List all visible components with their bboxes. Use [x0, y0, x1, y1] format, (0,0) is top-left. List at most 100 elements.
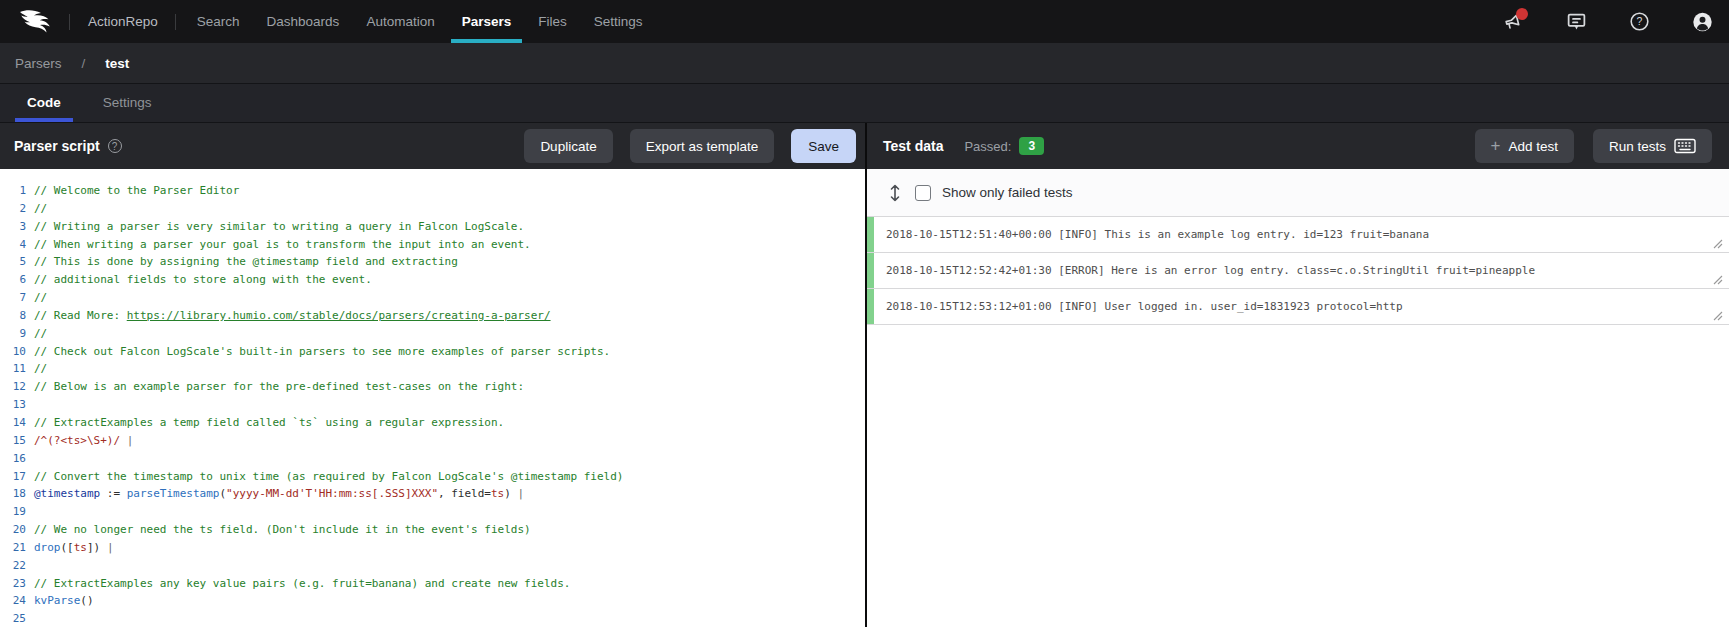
code-line[interactable]: 7// [0, 289, 865, 307]
keyboard-icon [1674, 138, 1696, 154]
line-number: 17 [0, 468, 26, 486]
line-number: 6 [0, 271, 26, 289]
nav-item-settings[interactable]: Settings [594, 1, 643, 43]
nav-item-files[interactable]: Files [538, 1, 567, 43]
line-number: 7 [0, 289, 26, 307]
code-line[interactable]: 3// Writing a parser is very similar to … [0, 218, 865, 236]
line-content: // [26, 289, 47, 307]
parser-script-pane: Parser script ? Duplicate Export as temp… [0, 123, 865, 627]
code-line[interactable]: 17// Convert the timestamp to unix time … [0, 468, 865, 486]
nav-icons: ? [1503, 11, 1729, 32]
svg-text:?: ? [1637, 15, 1643, 27]
duplicate-button[interactable]: Duplicate [524, 129, 612, 163]
breadcrumb: Parsers / test [0, 43, 1729, 84]
line-content: // Read More: https://library.humio.com/… [26, 307, 551, 325]
code-line[interactable]: 10// Check out Falcon LogScale's built-i… [0, 343, 865, 361]
line-content [26, 610, 34, 627]
line-content: @timestamp := parseTimestamp("yyyy-MM-dd… [26, 485, 524, 503]
code-line[interactable]: 14// ExtractExamples a temp field called… [0, 414, 865, 432]
line-number: 2 [0, 200, 26, 218]
line-content: // Welcome to the Parser Editor [26, 182, 239, 200]
test-row[interactable]: 2018-10-15T12:51:40+00:00 [INFO] This is… [867, 217, 1729, 253]
line-number: 8 [0, 307, 26, 325]
save-button[interactable]: Save [791, 129, 856, 163]
code-line[interactable]: 5// This is done by assigning the @times… [0, 253, 865, 271]
line-content: // When writing a parser your goal is to… [26, 236, 531, 254]
tab-code[interactable]: Code [15, 95, 73, 122]
code-line[interactable]: 20// We no longer need the ts field. (Do… [0, 521, 865, 539]
help-icon[interactable]: ? [1629, 11, 1650, 32]
line-content: // Convert the timestamp to unix time (a… [26, 468, 623, 486]
line-number: 20 [0, 521, 26, 539]
notification-badge [1516, 8, 1528, 20]
code-line[interactable]: 15/^(?<ts>\S+)/ | [0, 432, 865, 450]
test-filter-row: Show only failed tests [867, 169, 1729, 217]
code-line[interactable]: 19 [0, 503, 865, 521]
account-icon[interactable] [1692, 11, 1713, 32]
line-content: // [26, 360, 47, 378]
passed-label: Passed: [964, 139, 1011, 154]
code-editor[interactable]: 1// Welcome to the Parser Editor2//3// W… [0, 169, 865, 627]
line-number: 9 [0, 325, 26, 343]
run-tests-button[interactable]: Run tests [1593, 129, 1712, 163]
show-only-failed-label: Show only failed tests [942, 185, 1073, 200]
code-line[interactable]: 22 [0, 557, 865, 575]
passed-count-badge: 3 [1019, 137, 1044, 155]
code-line[interactable]: 13 [0, 396, 865, 414]
show-only-failed-checkbox[interactable] [915, 185, 931, 201]
line-content: // ExtractExamples any key value pairs (… [26, 575, 570, 593]
code-line[interactable]: 18@timestamp := parseTimestamp("yyyy-MM-… [0, 485, 865, 503]
code-line[interactable]: 12// Below is an example parser for the … [0, 378, 865, 396]
test-passed-bar [867, 253, 874, 288]
nav-item-parsers[interactable]: Parsers [462, 1, 512, 43]
parser-script-help-icon[interactable]: ? [108, 139, 122, 153]
code-line[interactable]: 4// When writing a parser your goal is t… [0, 236, 865, 254]
test-data-pane: Test data Passed: 3 +Add test Run tests … [867, 123, 1729, 627]
line-content: // Check out Falcon LogScale's built-in … [26, 343, 610, 361]
main-area: Parser script ? Duplicate Export as temp… [0, 123, 1729, 627]
parser-script-title: Parser script [14, 138, 100, 154]
plus-icon: + [1491, 136, 1501, 156]
code-line[interactable]: 2// [0, 200, 865, 218]
row-resize-grip[interactable] [1713, 311, 1723, 321]
breadcrumb-separator: / [82, 56, 86, 71]
nav-item-dashboards[interactable]: Dashboards [267, 1, 340, 43]
line-number: 24 [0, 592, 26, 610]
expand-vertical-icon[interactable] [888, 183, 902, 203]
nav-item-search[interactable]: Search [197, 1, 240, 43]
code-line[interactable]: 21drop([ts]) | [0, 539, 865, 557]
code-line[interactable]: 24kvParse() [0, 592, 865, 610]
code-line[interactable]: 25 [0, 610, 865, 627]
code-line[interactable]: 8// Read More: https://library.humio.com… [0, 307, 865, 325]
test-row[interactable]: 2018-10-15T12:53:12+01:00 [INFO] User lo… [867, 289, 1729, 325]
announcements-icon[interactable] [1503, 11, 1524, 32]
add-test-button[interactable]: +Add test [1475, 129, 1574, 163]
line-content: // Writing a parser is very similar to w… [26, 218, 524, 236]
tab-settings[interactable]: Settings [91, 95, 164, 122]
row-resize-grip[interactable] [1713, 275, 1723, 285]
line-number: 14 [0, 414, 26, 432]
code-line[interactable]: 6// additional fields to store along wit… [0, 271, 865, 289]
feedback-chat-icon[interactable] [1566, 11, 1587, 32]
row-resize-grip[interactable] [1713, 239, 1723, 249]
code-line[interactable]: 1// Welcome to the Parser Editor [0, 182, 865, 200]
repo-name[interactable]: ActionRepo [88, 14, 158, 29]
line-number: 25 [0, 610, 26, 627]
test-log-text: 2018-10-15T12:53:12+01:00 [INFO] User lo… [874, 300, 1403, 313]
code-line[interactable]: 16 [0, 450, 865, 468]
code-line[interactable]: 11// [0, 360, 865, 378]
code-line[interactable]: 9// [0, 325, 865, 343]
test-row[interactable]: 2018-10-15T12:52:42+01:30 [ERROR] Here i… [867, 253, 1729, 289]
line-content: // Below is an example parser for the pr… [26, 378, 524, 396]
top-nav: ActionRepo Search Dashboards Automation Par… [0, 0, 1729, 43]
line-number: 12 [0, 378, 26, 396]
crowdstrike-falcon-logo[interactable] [18, 9, 56, 35]
code-line[interactable]: 23// ExtractExamples any key value pairs… [0, 575, 865, 593]
export-as-template-button[interactable]: Export as template [630, 129, 775, 163]
line-number: 16 [0, 450, 26, 468]
parser-script-toolbar: Parser script ? Duplicate Export as temp… [0, 123, 865, 169]
nav-item-automation[interactable]: Automation [366, 1, 434, 43]
breadcrumb-parsers[interactable]: Parsers [15, 56, 62, 71]
tab-bar: Code Settings [0, 84, 1729, 123]
line-number: 22 [0, 557, 26, 575]
